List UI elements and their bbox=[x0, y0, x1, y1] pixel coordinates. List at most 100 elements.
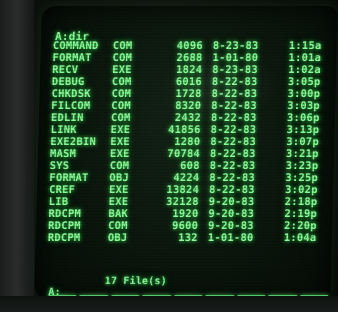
file-time: 3:06p bbox=[286, 112, 320, 124]
file-size: 2432 bbox=[174, 112, 202, 124]
file-name: FORMAT bbox=[52, 52, 92, 64]
file-extension: EXE bbox=[110, 136, 131, 148]
photo: A:dir COMMAND COM 4096 8-23-83 1:15a FORMAT CO… bbox=[0, 0, 338, 312]
file-size: 6016 bbox=[175, 76, 203, 88]
file-name: EDLIN bbox=[50, 112, 84, 124]
file-row: FORMAT OBJ 4224 8-22-83 3:25p bbox=[49, 172, 331, 184]
file-count-summary: 17 File(s) bbox=[104, 276, 168, 287]
file-row: LINK EXE 41856 8-22-83 3:13p bbox=[50, 124, 332, 136]
file-date: 9-20-83 bbox=[208, 208, 255, 220]
file-row: MASM EXE 70784 8-22-83 3:21p bbox=[50, 148, 332, 160]
file-name: RDCPM bbox=[48, 208, 82, 220]
file-name: COMMAND bbox=[52, 40, 99, 52]
file-size: 8320 bbox=[175, 100, 202, 112]
file-time: 1:01a bbox=[288, 52, 322, 64]
file-extension: COM bbox=[111, 76, 132, 88]
file-date: 8-22-83 bbox=[210, 136, 257, 148]
file-time: 3:13p bbox=[286, 124, 320, 136]
file-date: 8-22-83 bbox=[210, 112, 257, 124]
file-extension: BAK bbox=[108, 208, 129, 220]
file-row: SYS COM 608 8-22-83 3:23p bbox=[50, 160, 332, 172]
file-row: RDCPM OBJ 132 1-01-80 1:04a bbox=[48, 232, 330, 244]
file-date: 1-01-80 bbox=[212, 52, 259, 64]
file-name: LINK bbox=[50, 124, 77, 136]
file-size: 41856 bbox=[167, 124, 201, 136]
file-name: MASM bbox=[49, 148, 77, 160]
file-name: RDCPM bbox=[47, 232, 81, 244]
file-time: 1:04a bbox=[283, 232, 317, 244]
file-row: RDCPM COM 9600 9-20-83 2:20p bbox=[48, 220, 330, 232]
file-name: EXE2BIN bbox=[50, 136, 97, 148]
file-date: 8-22-83 bbox=[209, 172, 256, 184]
file-size: 1920 bbox=[172, 208, 199, 220]
directory-listing: COMMAND COM 4096 8-23-83 1:15a FORMAT COM 2688 1… bbox=[48, 40, 335, 244]
file-extension: COM bbox=[112, 40, 133, 52]
file-row: CREF EXE 13824 8-22-83 3:02p bbox=[49, 184, 331, 196]
file-size: 70784 bbox=[167, 148, 201, 160]
file-time: 3:21p bbox=[285, 148, 319, 160]
file-date: 8-22-83 bbox=[211, 88, 258, 100]
file-extension: EXE bbox=[109, 148, 130, 160]
file-time: 3:02p bbox=[284, 184, 318, 196]
file-row: EDLIN COM 2432 8-22-83 3:06p bbox=[51, 112, 333, 124]
file-size: 4224 bbox=[173, 172, 200, 184]
file-date: 9-20-83 bbox=[208, 196, 255, 208]
file-extension: COM bbox=[107, 220, 128, 232]
file-extension: EXE bbox=[108, 184, 129, 196]
monitor-bezel-bottom bbox=[0, 296, 338, 312]
file-row: RECV EXE 1824 8-23-83 1:02a bbox=[52, 64, 334, 76]
file-time: 3:03p bbox=[287, 100, 321, 112]
file-time: 3:00p bbox=[287, 88, 321, 100]
file-time: 3:05p bbox=[287, 76, 321, 88]
file-date: 8-23-83 bbox=[212, 64, 259, 76]
file-date: 8-22-83 bbox=[211, 76, 258, 88]
file-row: DEBUG COM 6016 8-22-83 3:05p bbox=[52, 76, 334, 88]
monitor-bezel-left bbox=[0, 0, 34, 312]
file-name: FORMAT bbox=[49, 172, 89, 184]
file-name: DEBUG bbox=[51, 76, 85, 88]
file-date: 8-22-83 bbox=[209, 160, 256, 172]
file-date: 9-20-83 bbox=[207, 220, 254, 232]
file-size: 1824 bbox=[175, 64, 203, 76]
file-name: LIB bbox=[48, 196, 69, 208]
file-date: 1-01-80 bbox=[207, 232, 254, 244]
file-time: 3:23p bbox=[285, 160, 319, 172]
file-row: FILCOM COM 8320 8-22-83 3:03p bbox=[51, 100, 333, 112]
file-size: 1728 bbox=[175, 88, 202, 100]
file-time: 1:02a bbox=[288, 64, 321, 76]
file-extension: COM bbox=[111, 88, 132, 100]
file-size: 132 bbox=[178, 232, 198, 244]
file-extension: EXE bbox=[108, 196, 129, 208]
file-time: 2:19p bbox=[284, 208, 318, 220]
file-size: 9600 bbox=[171, 220, 199, 232]
file-date: 8-22-83 bbox=[211, 100, 258, 112]
file-size: 4096 bbox=[176, 40, 203, 52]
file-date: 8-23-83 bbox=[212, 40, 259, 52]
file-row: LIB EXE 32128 9-20-83 2:18p bbox=[49, 196, 331, 208]
file-row: COMMAND COM 4096 8-23-83 1:15a bbox=[53, 40, 335, 52]
file-extension: EXE bbox=[112, 64, 132, 76]
file-extension: COM bbox=[110, 112, 131, 124]
file-extension: OBJ bbox=[109, 172, 130, 184]
file-name: RECV bbox=[52, 64, 79, 76]
file-time: 1:15a bbox=[288, 40, 322, 52]
file-size: 2688 bbox=[176, 52, 203, 64]
file-date: 8-22-83 bbox=[208, 184, 255, 196]
file-time: 2:20p bbox=[283, 220, 317, 232]
file-date: 8-22-83 bbox=[209, 148, 256, 160]
file-row: CHKDSK COM 1728 8-22-83 3:00p bbox=[51, 88, 333, 100]
file-row: RDCPM BAK 1920 9-20-83 2:19p bbox=[48, 208, 330, 220]
file-row: EXE2BIN EXE 1280 8-22-83 3:07p bbox=[50, 136, 332, 148]
file-size: 32128 bbox=[165, 196, 199, 208]
file-name: RDCPM bbox=[47, 220, 81, 232]
file-time: 3:25p bbox=[285, 172, 319, 184]
file-name: CHKDSK bbox=[51, 88, 91, 100]
file-name: FILCOM bbox=[51, 100, 91, 112]
file-extension: COM bbox=[112, 52, 133, 64]
crt-screen: A:dir COMMAND COM 4096 8-23-83 1:15a FORMAT CO… bbox=[34, 6, 338, 302]
file-extension: OBJ bbox=[107, 232, 128, 244]
file-extension: COM bbox=[111, 100, 131, 112]
file-date: 8-22-83 bbox=[210, 124, 257, 136]
file-time: 2:18p bbox=[284, 196, 318, 208]
file-time: 3:07p bbox=[286, 136, 320, 148]
